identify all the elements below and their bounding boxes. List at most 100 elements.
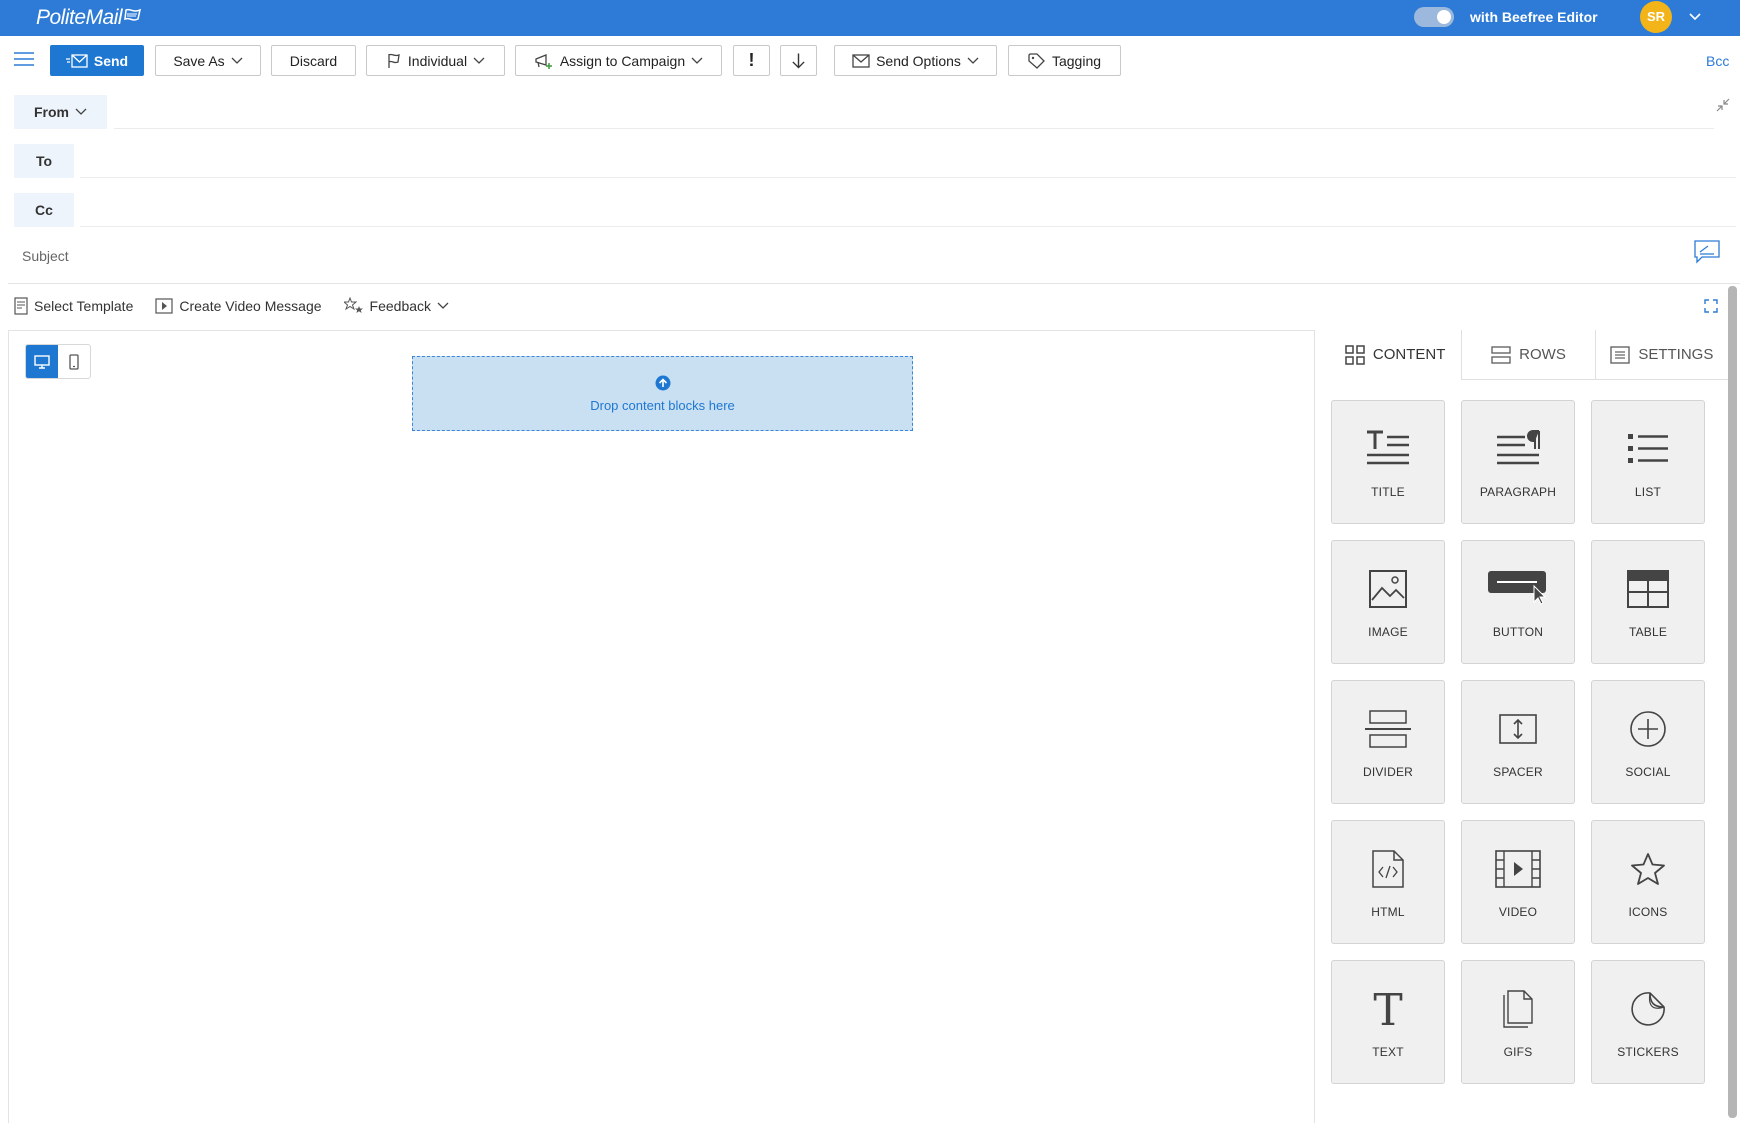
arrow-down-icon bbox=[792, 53, 805, 69]
tag-icon bbox=[1028, 52, 1045, 69]
svg-text:T: T bbox=[1373, 989, 1402, 1029]
save-as-button[interactable]: Save As bbox=[155, 45, 261, 76]
email-canvas[interactable] bbox=[8, 330, 1314, 1123]
upload-arrow-icon bbox=[655, 375, 670, 391]
individual-label: Individual bbox=[407, 52, 468, 69]
block-list[interactable]: LIST bbox=[1591, 400, 1705, 524]
low-importance-button[interactable] bbox=[780, 45, 817, 76]
from-label: From bbox=[34, 104, 69, 120]
tagging-button[interactable]: Tagging bbox=[1008, 45, 1121, 76]
block-title[interactable]: TITLE bbox=[1331, 400, 1445, 524]
editor-label: with Beefree Editor bbox=[1470, 9, 1598, 25]
individual-button[interactable]: Individual bbox=[366, 45, 505, 76]
select-template-label: Select Template bbox=[34, 298, 134, 314]
brand-name: PoliteMail bbox=[36, 6, 123, 29]
block-social[interactable]: SOCIAL bbox=[1591, 680, 1705, 804]
tab-content[interactable]: CONTENT bbox=[1329, 330, 1462, 380]
discard-button[interactable]: Discard bbox=[271, 45, 356, 76]
desktop-view-button[interactable] bbox=[26, 345, 58, 378]
content-blocks-grid: TITLE PARAGRAPH LIST IMAGE BUTTON TABLE … bbox=[1331, 400, 1705, 1084]
drop-zone[interactable]: Drop content blocks here bbox=[412, 356, 913, 431]
to-label: To bbox=[35, 153, 53, 169]
from-input[interactable] bbox=[114, 128, 1714, 129]
block-label: GIFS bbox=[1503, 1045, 1533, 1059]
envelope-icon bbox=[852, 53, 870, 68]
page-scrollbar[interactable] bbox=[1728, 286, 1737, 1118]
panel-tabs: CONTENT ROWS SETTINGS bbox=[1329, 330, 1728, 380]
block-label: LIST bbox=[1634, 485, 1662, 499]
top-bar: PoliteMail with Beefree Editor SR bbox=[0, 0, 1740, 36]
subject-input[interactable]: Subject bbox=[22, 248, 69, 264]
block-table[interactable]: TABLE bbox=[1591, 540, 1705, 664]
table-icon bbox=[1627, 570, 1669, 608]
collapse-icon[interactable] bbox=[1716, 98, 1730, 112]
title-icon bbox=[1367, 430, 1409, 465]
chevron-down-icon bbox=[473, 57, 485, 64]
save-as-label: Save As bbox=[173, 52, 225, 69]
block-label: TABLE bbox=[1628, 625, 1668, 639]
create-video-button[interactable]: Create Video Message bbox=[155, 298, 322, 314]
block-divider[interactable]: DIVIDER bbox=[1331, 680, 1445, 804]
cc-label: Cc bbox=[35, 202, 53, 218]
chevron-down-icon[interactable] bbox=[1688, 10, 1702, 24]
block-gifs[interactable]: GIFS bbox=[1461, 960, 1575, 1084]
chevron-down-icon bbox=[437, 302, 449, 309]
desktop-icon bbox=[34, 354, 50, 369]
hamburger-menu-icon[interactable] bbox=[14, 52, 34, 66]
send-button[interactable]: Send bbox=[50, 45, 144, 76]
tab-rows[interactable]: ROWS bbox=[1461, 330, 1595, 380]
header-divider bbox=[8, 283, 1740, 284]
block-icons[interactable]: ICONS bbox=[1591, 820, 1705, 944]
html-icon bbox=[1372, 850, 1404, 888]
block-text[interactable]: T TEXT bbox=[1331, 960, 1445, 1084]
mobile-view-button[interactable] bbox=[58, 345, 90, 378]
create-video-label: Create Video Message bbox=[179, 298, 322, 314]
rows-icon bbox=[1491, 345, 1511, 364]
content-panel: CONTENT ROWS SETTINGS TITLE PARAGRAPH LI… bbox=[1314, 330, 1728, 1123]
user-avatar[interactable]: SR bbox=[1640, 1, 1672, 33]
social-icon bbox=[1630, 711, 1666, 747]
block-paragraph[interactable]: PARAGRAPH bbox=[1461, 400, 1575, 524]
toggle-knob bbox=[1437, 10, 1451, 24]
to-button[interactable]: To bbox=[14, 144, 74, 178]
feedback-button[interactable]: Feedback bbox=[343, 297, 449, 315]
block-label: TITLE bbox=[1371, 485, 1405, 499]
beefree-editor-toggle[interactable] bbox=[1414, 7, 1454, 27]
tab-rows-label: ROWS bbox=[1519, 346, 1566, 363]
play-icon bbox=[155, 298, 173, 314]
select-template-button[interactable]: Select Template bbox=[14, 297, 133, 315]
bcc-link[interactable]: Bcc bbox=[1706, 53, 1729, 69]
signature-icon[interactable] bbox=[1694, 240, 1720, 264]
block-stickers[interactable]: STICKERS bbox=[1591, 960, 1705, 1084]
star-icon bbox=[1631, 853, 1665, 885]
device-preview-toggle bbox=[25, 344, 91, 379]
tab-settings[interactable]: SETTINGS bbox=[1594, 330, 1728, 380]
block-label: SOCIAL bbox=[1625, 765, 1671, 779]
chevron-down-icon bbox=[691, 57, 703, 64]
block-html[interactable]: HTML bbox=[1331, 820, 1445, 944]
feedback-label: Feedback bbox=[369, 298, 432, 314]
cc-button[interactable]: Cc bbox=[14, 193, 74, 227]
cc-input[interactable] bbox=[80, 226, 1736, 227]
block-label: IMAGE bbox=[1368, 625, 1408, 639]
high-importance-button[interactable]: ! bbox=[733, 45, 770, 76]
from-button[interactable]: From bbox=[14, 95, 107, 129]
block-label: DIVIDER bbox=[1362, 765, 1414, 779]
to-input[interactable] bbox=[80, 177, 1736, 178]
block-label: SPACER bbox=[1493, 765, 1543, 779]
send-options-button[interactable]: Send Options bbox=[834, 45, 997, 76]
tab-content-label: CONTENT bbox=[1372, 346, 1446, 363]
block-video[interactable]: VIDEO bbox=[1461, 820, 1575, 944]
megaphone-icon bbox=[535, 53, 552, 69]
block-button[interactable]: BUTTON bbox=[1461, 540, 1575, 664]
fullscreen-icon[interactable] bbox=[1704, 299, 1718, 313]
chevron-down-icon bbox=[231, 57, 243, 64]
block-label: TEXT bbox=[1372, 1045, 1404, 1059]
block-image[interactable]: IMAGE bbox=[1331, 540, 1445, 664]
block-spacer[interactable]: SPACER bbox=[1461, 680, 1575, 804]
grid-icon bbox=[1345, 344, 1365, 365]
settings-list-icon bbox=[1610, 345, 1631, 364]
discard-label: Discard bbox=[289, 52, 338, 69]
assign-campaign-button[interactable]: Assign to Campaign bbox=[515, 45, 722, 76]
editor-tools: Select Template Create Video Message Fee… bbox=[14, 296, 471, 316]
